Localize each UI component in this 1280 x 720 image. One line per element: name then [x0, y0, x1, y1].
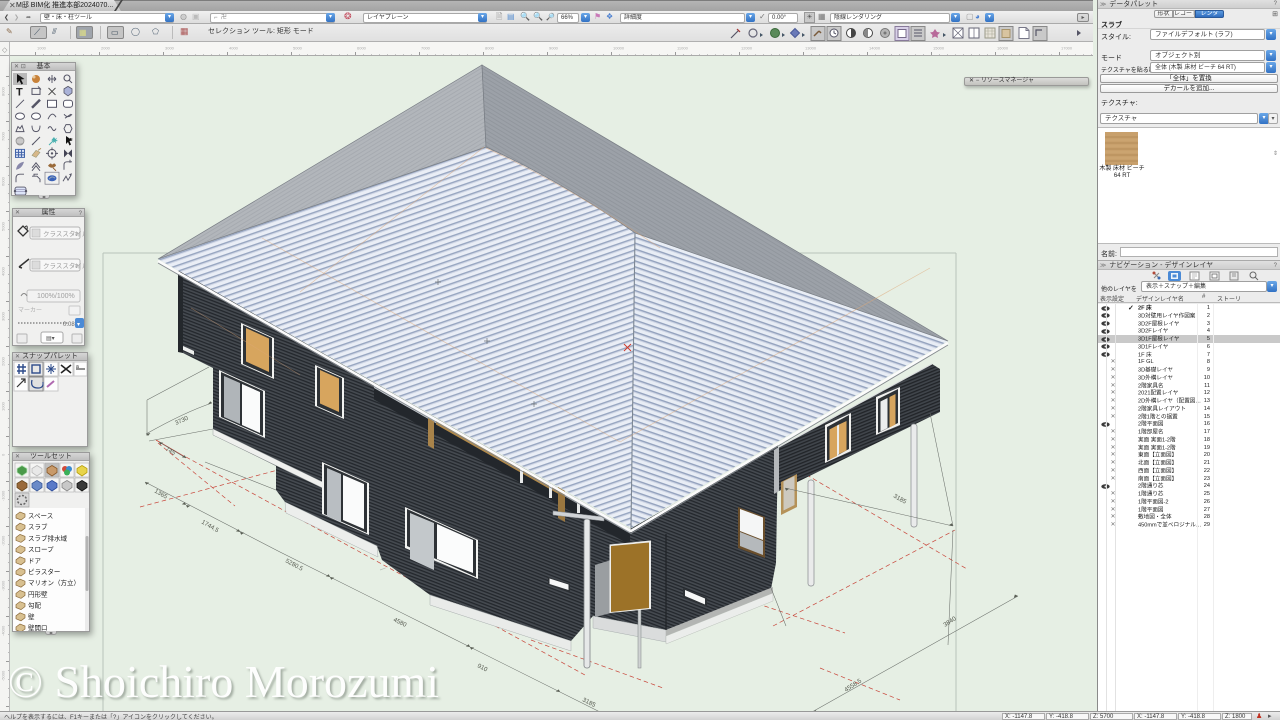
- svg-text:壁: 壁: [28, 612, 35, 621]
- svg-text:スロープ: スロープ: [28, 546, 54, 554]
- svg-text:T: T: [16, 86, 23, 98]
- svg-text:壁開口: 壁開口: [28, 623, 48, 631]
- svg-text:a: a: [76, 364, 79, 370]
- svg-text:⇕: ⇕: [74, 263, 79, 270]
- svg-text:100%/100%: 100%/100%: [37, 293, 75, 300]
- svg-text:スラブ: スラブ: [28, 522, 48, 531]
- svg-text:円形壁: 円形壁: [28, 589, 48, 598]
- svg-text:スラブ排水域: スラブ排水域: [28, 533, 68, 542]
- svg-text:▾: ▾: [77, 322, 80, 328]
- svg-text:マーカー: マーカー: [18, 307, 42, 314]
- svg-text:▤▾: ▤▾: [46, 336, 55, 342]
- svg-text:勾配: 勾配: [28, 601, 42, 610]
- svg-text:ピラスター: ピラスター: [28, 567, 60, 576]
- svg-text:ドア: ドア: [28, 557, 42, 565]
- svg-text:0.08: 0.08: [63, 322, 75, 328]
- svg-text:⇕: ⇕: [74, 231, 79, 238]
- svg-text:マリオン（方立）: マリオン（方立）: [28, 578, 80, 587]
- svg-text:スペース: スペース: [28, 512, 53, 520]
